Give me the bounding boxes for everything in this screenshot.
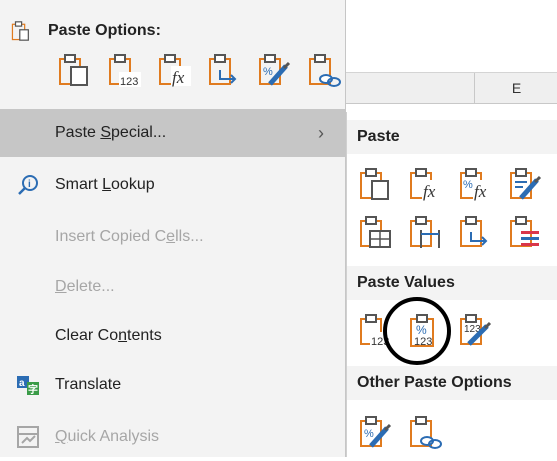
paste-special-submenu: Paste fx % fx Paste Values 123 % 123 123… xyxy=(346,112,557,457)
svg-text:fx: fx xyxy=(172,68,185,87)
paste-link-icon[interactable] xyxy=(306,52,342,88)
formula-bar-area xyxy=(346,0,557,73)
insert-copied-cells-menu-item[interactable]: Insert Copied Cells... xyxy=(0,213,345,261)
smart-lookup-icon: i xyxy=(18,175,38,195)
svg-text:fx: fx xyxy=(474,182,487,201)
smart-lookup-menu-item[interactable]: i Smart Lookup xyxy=(0,161,345,209)
delete-menu-item[interactable]: Delete... xyxy=(0,263,345,311)
paste-values-source-formatting-icon[interactable]: 123 xyxy=(457,312,493,348)
paste-formatting-icon[interactable]: % xyxy=(357,414,393,450)
quick-analysis-menu-item[interactable]: Quick Analysis xyxy=(0,413,345,461)
svg-text:fx: fx xyxy=(423,182,436,201)
paste-keep-source-formatting-icon[interactable] xyxy=(507,166,543,202)
paste-no-borders-icon[interactable] xyxy=(357,214,393,250)
svg-text:%: % xyxy=(463,179,473,191)
paste-special-menu-item[interactable]: Paste Special... › xyxy=(0,109,345,157)
chevron-right-icon: › xyxy=(318,122,324,143)
paste-link-icon[interactable] xyxy=(407,414,443,450)
highlight-circle xyxy=(383,297,451,365)
paste-section-header: Paste xyxy=(347,120,557,154)
paste-icon-row-1: fx % fx xyxy=(357,166,543,202)
clipboard-icon xyxy=(11,21,29,41)
paste-transpose-icon[interactable] xyxy=(457,214,493,250)
paste-all-icon[interactable] xyxy=(357,166,393,202)
paste-transpose-icon[interactable] xyxy=(206,52,242,88)
paste-formulas-icon[interactable]: fx xyxy=(156,52,192,88)
paste-formulas-number-format-icon[interactable]: % fx xyxy=(457,166,493,202)
paste-icon[interactable] xyxy=(56,52,92,88)
paste-options-label: Paste Options: xyxy=(48,22,161,39)
other-paste-options-icon-row: % xyxy=(357,414,443,450)
context-menu: Paste Options: 123 fx % Paste Special...… xyxy=(0,0,346,457)
paste-merge-conditional-formatting-icon[interactable] xyxy=(507,214,543,250)
paste-options-bar: 123 fx % xyxy=(56,52,342,88)
translate-menu-item[interactable]: a 字 Translate xyxy=(0,361,345,409)
spreadsheet-area: E xyxy=(346,0,557,105)
paste-formulas-icon[interactable]: fx xyxy=(407,166,443,202)
svg-text:%: % xyxy=(263,66,273,78)
paste-formatting-icon[interactable]: % xyxy=(256,52,292,88)
clear-contents-menu-item[interactable]: Clear Contents xyxy=(0,312,345,360)
paste-icon-row-2 xyxy=(357,214,543,250)
svg-text:123: 123 xyxy=(120,76,138,88)
svg-text:字: 字 xyxy=(28,383,38,396)
svg-text:%: % xyxy=(364,428,374,440)
translate-icon: a 字 xyxy=(17,376,39,396)
svg-text:i: i xyxy=(28,179,31,190)
quick-analysis-icon xyxy=(17,426,39,448)
svg-text:a: a xyxy=(19,378,25,389)
paste-values-icon[interactable]: 123 xyxy=(106,52,142,88)
paste-options-header: Paste Options: xyxy=(10,18,161,44)
other-paste-options-section-header: Other Paste Options xyxy=(347,366,557,400)
paste-keep-column-widths-icon[interactable] xyxy=(407,214,443,250)
column-header-e[interactable]: E xyxy=(474,73,557,103)
paste-values-section-header: Paste Values xyxy=(347,266,557,300)
